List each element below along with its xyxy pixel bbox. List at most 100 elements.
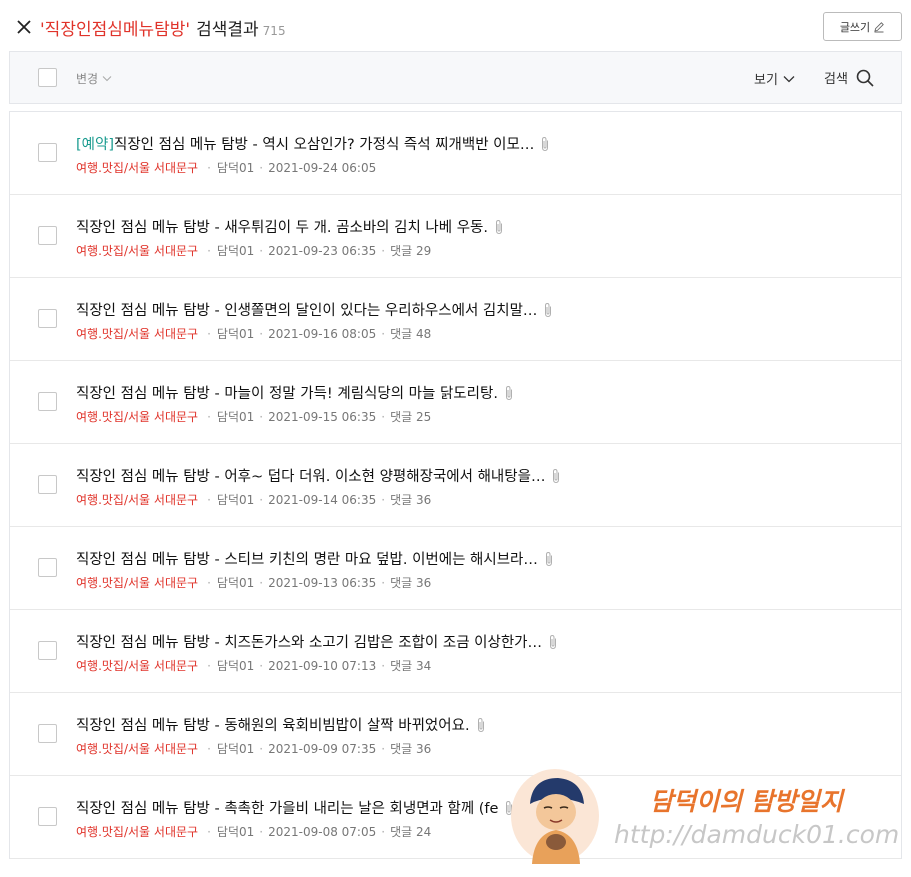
post-category[interactable]: 여행.맛집/서울 서대문구 [76, 576, 198, 590]
post-category[interactable]: 여행.맛집/서울 서대문구 [76, 659, 198, 673]
post-meta: 여행.맛집/서울 서대문구 · 담덕01 · 2021-09-08 07:05 · 댓글 2… [76, 823, 431, 840]
post-comments[interactable]: 댓글 24 [390, 825, 431, 839]
post-title[interactable]: 직장인 점심 메뉴 탐방 - 역시 오삼인가? 가정식 즉석 찌개백반 이모… [114, 133, 534, 154]
post-row[interactable]: 직장인 점심 메뉴 탐방 - 새우튀김이 두 개. 곰소바의 김치 나베 우동.… [10, 195, 901, 278]
post-comments[interactable]: 댓글 34 [390, 659, 431, 673]
post-date: 2021-09-15 06:35 [268, 410, 377, 424]
post-comments[interactable]: 댓글 36 [390, 742, 431, 756]
post-category[interactable]: 여행.맛집/서울 서대문구 [76, 410, 198, 424]
post-row[interactable]: 직장인 점심 메뉴 탐방 - 스티브 키친의 명란 마요 덮밥. 이번에는 해시… [10, 527, 901, 610]
post-category[interactable]: 여행.맛집/서울 서대문구 [76, 825, 198, 839]
post-comments[interactable]: 댓글 29 [390, 244, 431, 258]
post-checkbox[interactable] [38, 641, 57, 660]
separator: · [259, 327, 264, 341]
separator: · [381, 825, 386, 839]
watermark-url: http://damduck01.com [614, 820, 900, 849]
close-icon[interactable] [14, 17, 34, 37]
post-row[interactable]: 직장인 점심 메뉴 탐방 - 치즈돈가스와 소고기 김밥은 조합이 조금 이상한… [10, 610, 901, 693]
post-author[interactable]: 담덕01 [217, 825, 254, 839]
paperclip-icon [496, 219, 502, 234]
post-checkbox[interactable] [38, 724, 57, 743]
separator: · [207, 327, 211, 341]
post-category[interactable]: 여행.맛집/서울 서대문구 [76, 742, 198, 756]
post-title[interactable]: 직장인 점심 메뉴 탐방 - 새우튀김이 두 개. 곰소바의 김치 나베 우동. [76, 216, 488, 237]
post-author[interactable]: 담덕01 [217, 410, 254, 424]
search-button[interactable]: 검색 [824, 68, 874, 87]
separator: · [259, 659, 264, 673]
post-subject[interactable]: 직장인 점심 메뉴 탐방 - 어후~ 덥다 더워. 이소현 양평해장국에서 해내… [76, 465, 561, 486]
post-category[interactable]: 여행.맛집/서울 서대문구 [76, 244, 198, 258]
post-row[interactable]: 직장인 점심 메뉴 탐방 - 인생쫄면의 달인이 있다는 우리하우스에서 김치말… [10, 278, 901, 361]
post-comments[interactable]: 댓글 36 [390, 493, 431, 507]
post-date: 2021-09-13 06:35 [268, 576, 377, 590]
post-author[interactable]: 담덕01 [217, 659, 254, 673]
paperclip-icon [553, 468, 560, 483]
post-checkbox[interactable] [38, 392, 57, 411]
post-date: 2021-09-10 07:13 [268, 659, 377, 673]
post-comments[interactable]: 댓글 25 [390, 410, 431, 424]
post-title[interactable]: 직장인 점심 메뉴 탐방 - 어후~ 덥다 더워. 이소현 양평해장국에서 해내… [76, 465, 545, 486]
view-dropdown[interactable]: 보기 [754, 69, 795, 88]
separator: · [207, 244, 211, 258]
separator: · [259, 244, 264, 258]
post-title[interactable]: 직장인 점심 메뉴 탐방 - 스티브 키친의 명란 마요 덮밥. 이번에는 해시… [76, 548, 538, 569]
view-label: 보기 [754, 73, 778, 88]
separator: · [207, 742, 211, 756]
chevron-down-icon [102, 76, 112, 82]
change-label: 변경 [76, 72, 99, 86]
post-title[interactable]: 직장인 점심 메뉴 탐방 - 마늘이 정말 가득! 계림식당의 마늘 닭도리탕. [76, 382, 498, 403]
post-title[interactable]: 직장인 점심 메뉴 탐방 - 동해원의 육회비빔밥이 살짝 바뀌었어요. [76, 714, 470, 735]
post-list: [예약] 직장인 점심 메뉴 탐방 - 역시 오삼인가? 가정식 즉석 찌개백반 … [9, 111, 902, 859]
post-meta: 여행.맛집/서울 서대문구 · 담덕01 · 2021-09-09 07:35 · 댓글 3… [76, 740, 431, 757]
post-subject[interactable]: 직장인 점심 메뉴 탐방 - 치즈돈가스와 소고기 김밥은 조합이 조금 이상한… [76, 631, 558, 652]
page-title: '직장인점심메뉴탐방' 검색결과 715 [40, 15, 286, 40]
post-author[interactable]: 담덕01 [217, 327, 254, 341]
post-row[interactable]: 직장인 점심 메뉴 탐방 - 동해원의 육회비빔밥이 살짝 바뀌었어요. 여행.맛… [10, 693, 901, 776]
write-button[interactable]: 글쓰기 [823, 12, 902, 41]
post-comments[interactable]: 댓글 48 [390, 327, 431, 341]
post-comments[interactable]: 댓글 36 [390, 576, 431, 590]
post-checkbox[interactable] [38, 807, 57, 826]
post-subject[interactable]: 직장인 점심 메뉴 탐방 - 촉촉한 가을비 내리는 날은 회냉면과 함께 (f… [76, 797, 514, 818]
post-checkbox[interactable] [38, 143, 57, 162]
post-category[interactable]: 여행.맛집/서울 서대문구 [76, 327, 198, 341]
post-category[interactable]: 여행.맛집/서울 서대문구 [76, 161, 198, 175]
paperclip-icon [505, 385, 512, 400]
post-author[interactable]: 담덕01 [217, 493, 254, 507]
post-meta: 여행.맛집/서울 서대문구 · 담덕01 · 2021-09-24 06:05 [76, 159, 376, 176]
post-meta: 여행.맛집/서울 서대문구 · 담덕01 · 2021-09-16 08:05 · 댓글 4… [76, 325, 431, 342]
post-subject[interactable]: 직장인 점심 메뉴 탐방 - 동해원의 육회비빔밥이 살짝 바뀌었어요. [76, 714, 486, 735]
post-author[interactable]: 담덕01 [217, 742, 254, 756]
post-subject[interactable]: 직장인 점심 메뉴 탐방 - 인생쫄면의 달인이 있다는 우리하우스에서 김치말… [76, 299, 553, 320]
select-all-checkbox[interactable] [38, 68, 57, 87]
post-checkbox[interactable] [38, 475, 57, 494]
post-checkbox[interactable] [38, 226, 57, 245]
post-meta: 여행.맛집/서울 서대문구 · 담덕01 · 2021-09-14 06:35 · 댓글 3… [76, 491, 431, 508]
post-row[interactable]: 직장인 점심 메뉴 탐방 - 마늘이 정말 가득! 계림식당의 마늘 닭도리탕.… [10, 361, 901, 444]
post-meta: 여행.맛집/서울 서대문구 · 담덕01 · 2021-09-23 06:35 · 댓글 2… [76, 242, 431, 259]
post-row[interactable]: [예약] 직장인 점심 메뉴 탐방 - 역시 오삼인가? 가정식 즉석 찌개백반 … [10, 112, 901, 195]
write-label: 글쓰기 [839, 20, 871, 34]
post-author[interactable]: 담덕01 [217, 244, 254, 258]
paperclip-icon [542, 136, 549, 151]
paperclip-icon [545, 302, 552, 317]
post-title[interactable]: 직장인 점심 메뉴 탐방 - 촉촉한 가을비 내리는 날은 회냉면과 함께 (f… [76, 797, 498, 818]
pencil-icon [874, 21, 885, 32]
post-checkbox[interactable] [38, 309, 57, 328]
post-subject[interactable]: [예약] 직장인 점심 메뉴 탐방 - 역시 오삼인가? 가정식 즉석 찌개백반 … [76, 133, 550, 154]
post-author[interactable]: 담덕01 [217, 576, 254, 590]
post-subject[interactable]: 직장인 점심 메뉴 탐방 - 스티브 키친의 명란 마요 덮밥. 이번에는 해시… [76, 548, 554, 569]
post-checkbox[interactable] [38, 558, 57, 577]
post-author[interactable]: 담덕01 [217, 161, 254, 175]
paperclip-icon [477, 717, 484, 732]
post-row[interactable]: 직장인 점심 메뉴 탐방 - 어후~ 덥다 더워. 이소현 양평해장국에서 해내… [10, 444, 901, 527]
search-result-label: 검색결과 [196, 20, 259, 40]
post-subject[interactable]: 직장인 점심 메뉴 탐방 - 마늘이 정말 가득! 계림식당의 마늘 닭도리탕. [76, 382, 514, 403]
post-title[interactable]: 직장인 점심 메뉴 탐방 - 치즈돈가스와 소고기 김밥은 조합이 조금 이상한… [76, 631, 542, 652]
post-subject[interactable]: 직장인 점심 메뉴 탐방 - 새우튀김이 두 개. 곰소바의 김치 나베 우동. [76, 216, 504, 237]
post-category[interactable]: 여행.맛집/서울 서대문구 [76, 493, 198, 507]
separator: · [259, 493, 264, 507]
change-dropdown[interactable]: 변경 [76, 70, 112, 87]
post-title[interactable]: 직장인 점심 메뉴 탐방 - 인생쫄면의 달인이 있다는 우리하우스에서 김치말… [76, 299, 537, 320]
search-icon [856, 69, 874, 87]
